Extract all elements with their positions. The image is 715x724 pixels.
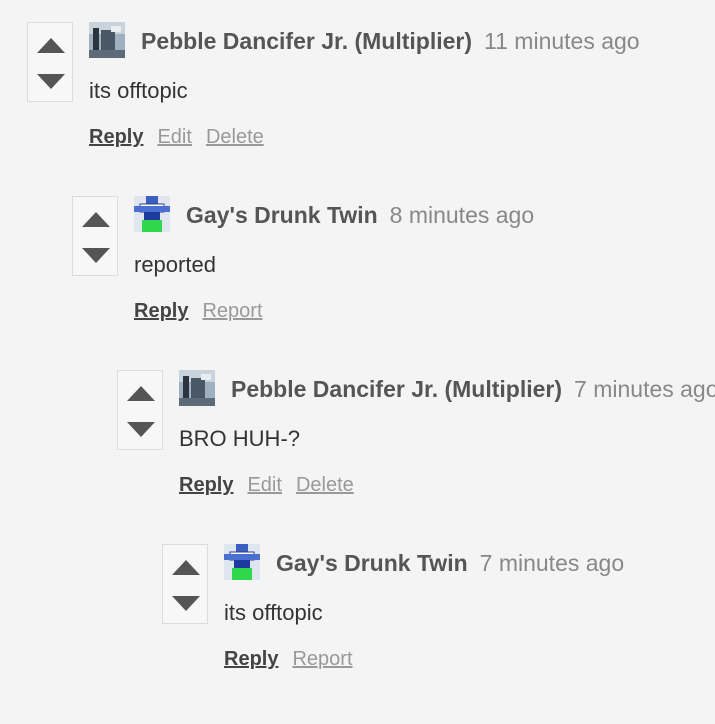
vote-box [162, 544, 208, 624]
upvote-button[interactable] [171, 555, 201, 579]
triangle-down-icon [127, 421, 155, 437]
triangle-down-icon [82, 247, 110, 263]
avatar[interactable] [224, 544, 260, 580]
upvote-button[interactable] [81, 207, 111, 231]
reply-link[interactable]: Reply [224, 648, 278, 670]
triangle-up-icon [37, 37, 65, 53]
downvote-button[interactable] [81, 243, 111, 267]
timestamp: 8 minutes ago [389, 202, 535, 228]
timestamp: 7 minutes ago [574, 376, 715, 402]
triangle-up-icon [82, 211, 110, 227]
delete-link[interactable]: Delete [296, 474, 354, 496]
vote-box [72, 196, 118, 276]
triangle-down-icon [172, 595, 200, 611]
triangle-up-icon [127, 385, 155, 401]
author-name[interactable]: Gay's Drunk Twin [186, 202, 378, 228]
author-name[interactable]: Pebble Dancifer Jr. (Multiplier) [141, 28, 472, 54]
triangle-up-icon [172, 559, 200, 575]
triangle-down-icon [37, 73, 65, 89]
report-link[interactable]: Report [292, 648, 352, 670]
edit-link[interactable]: Edit [157, 126, 191, 148]
author-name[interactable]: Gay's Drunk Twin [276, 550, 468, 576]
comment-header: Gay's Drunk Twin 7 minutes ago [276, 548, 624, 578]
avatar-image [134, 196, 170, 232]
comment-header: Pebble Dancifer Jr. (Multiplier) 7 minute… [231, 374, 715, 404]
avatar[interactable] [89, 22, 125, 58]
edit-link[interactable]: Edit [247, 474, 281, 496]
vote-box [117, 370, 163, 450]
avatar-image [224, 544, 260, 580]
avatar-image [179, 370, 215, 406]
reply-link[interactable]: Reply [134, 300, 188, 322]
reply-link[interactable]: Reply [179, 474, 233, 496]
comment-actions: Reply Report [134, 300, 277, 323]
avatar[interactable] [179, 370, 215, 406]
author-name[interactable]: Pebble Dancifer Jr. (Multiplier) [231, 376, 562, 402]
avatar[interactable] [134, 196, 170, 232]
comment-text: reported [134, 252, 216, 277]
upvote-button[interactable] [126, 381, 156, 405]
timestamp: 7 minutes ago [479, 550, 625, 576]
upvote-button[interactable] [36, 33, 66, 57]
delete-link[interactable]: Delete [206, 126, 264, 148]
comment-header: Pebble Dancifer Jr. (Multiplier) 11 minut… [141, 26, 640, 56]
vote-box [27, 22, 73, 102]
downvote-button[interactable] [171, 591, 201, 615]
comment-text: its offtopic [224, 600, 323, 625]
report-link[interactable]: Report [202, 300, 262, 322]
comment-actions: Reply Edit Delete [179, 474, 368, 497]
comment-actions: Reply Report [224, 648, 367, 671]
avatar-image [89, 22, 125, 58]
reply-link[interactable]: Reply [89, 126, 143, 148]
comment-text: BRO HUH-? [179, 426, 301, 451]
timestamp: 11 minutes ago [484, 28, 640, 54]
downvote-button[interactable] [126, 417, 156, 441]
downvote-button[interactable] [36, 69, 66, 93]
comment-actions: Reply Edit Delete [89, 126, 278, 149]
comment-text: its offtopic [89, 78, 188, 103]
comment-header: Gay's Drunk Twin 8 minutes ago [186, 200, 534, 230]
